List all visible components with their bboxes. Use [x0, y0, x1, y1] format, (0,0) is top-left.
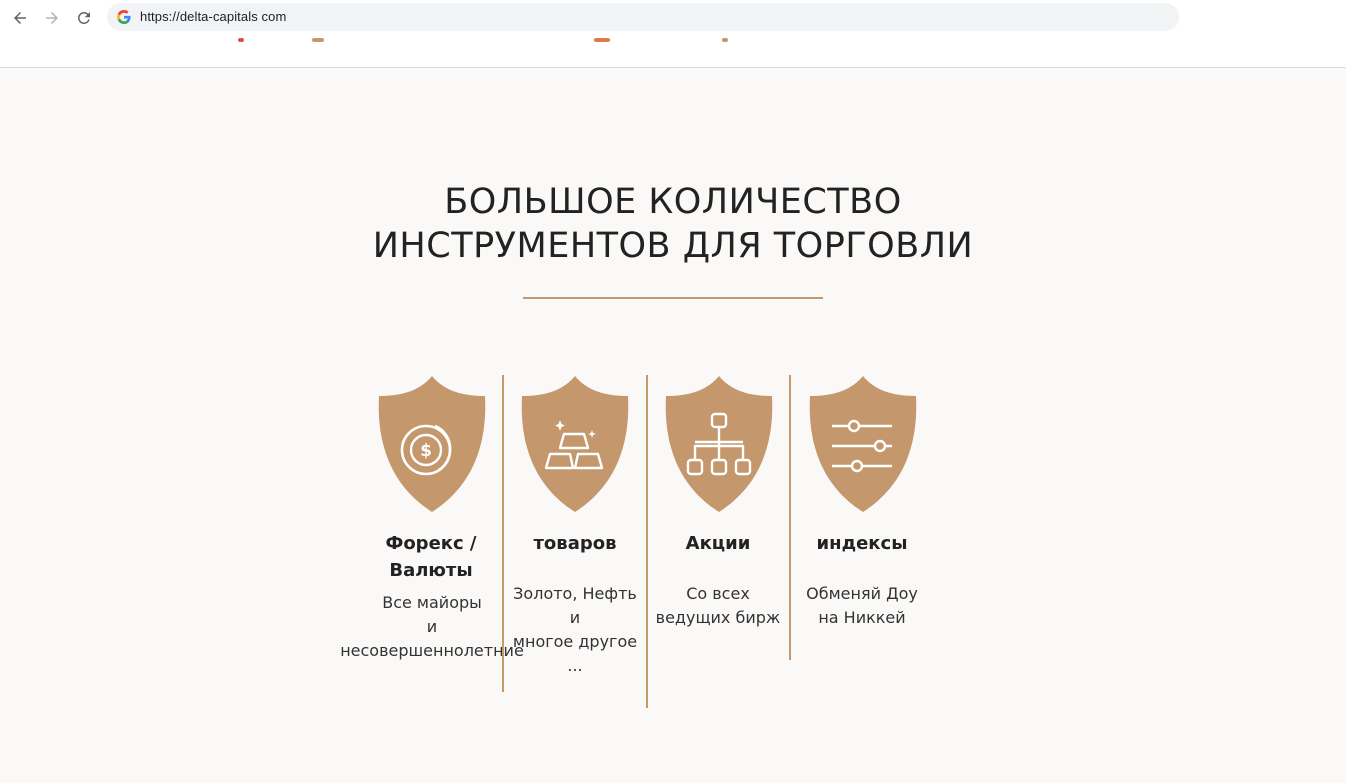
- feature-title-line: Валюты: [389, 560, 473, 581]
- feature-title: индексы: [762, 530, 962, 557]
- feature-desc-line: Обменяй Доу: [806, 584, 918, 603]
- shield-badge: $: [377, 374, 487, 514]
- feature-title-line: индексы: [816, 533, 908, 554]
- shield-badge: [520, 374, 630, 514]
- feature-desc-line: на Никкей: [818, 608, 906, 627]
- features-grid: $ Форекс / Валюты Все майоры и несоверше…: [0, 0, 1346, 783]
- gold-bars-icon: [521, 376, 629, 512]
- hierarchy-icon: [665, 376, 773, 512]
- shield-badge: [664, 374, 774, 514]
- svg-text:$: $: [420, 441, 432, 461]
- shield-badge: [808, 374, 918, 514]
- coins-dollar-icon: $: [378, 376, 486, 512]
- feature-description: Обменяй Доу на Никкей: [757, 582, 967, 630]
- feature-desc-line: ...: [567, 656, 583, 675]
- sliders-icon: [809, 376, 917, 512]
- feature-desc-line: многое другое: [512, 632, 638, 651]
